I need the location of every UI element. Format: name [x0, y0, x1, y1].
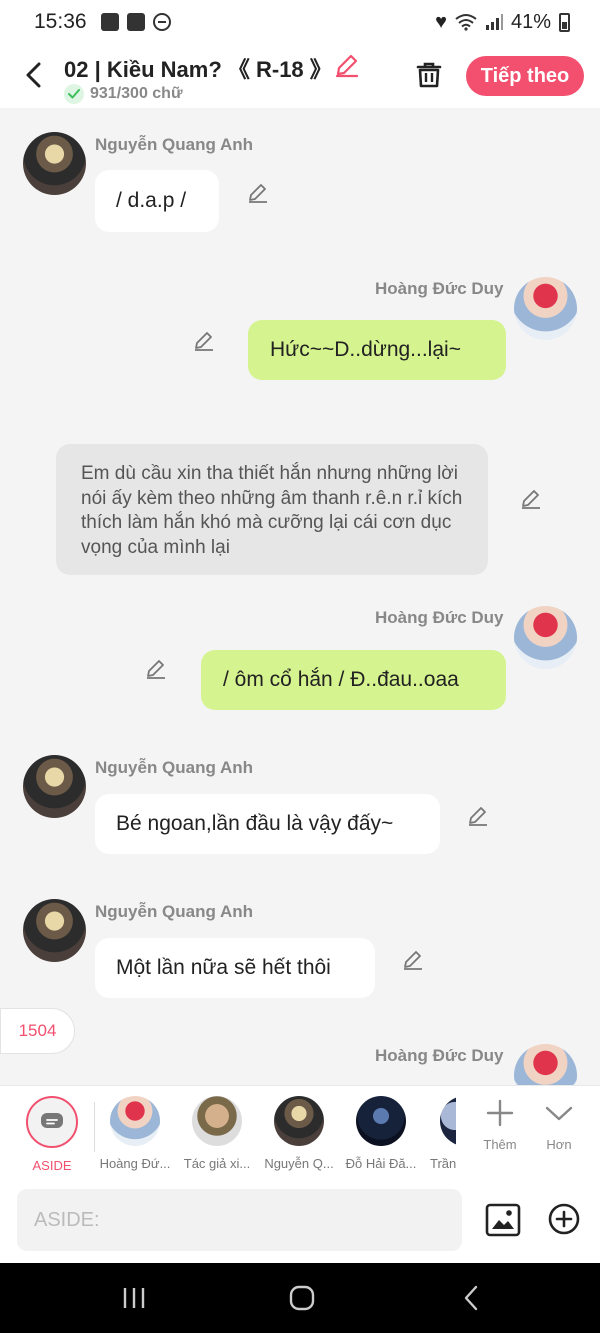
floating-counter[interactable]: 1504: [0, 1008, 75, 1054]
edit-title-button[interactable]: [334, 52, 360, 83]
chevron-down-icon: [545, 1106, 573, 1121]
pencil-icon: [335, 54, 359, 78]
back-button[interactable]: [18, 58, 48, 92]
speaker-name: Hoàng Đức Duy: [375, 1046, 504, 1065]
image-icon: [485, 1203, 521, 1237]
character-avatar: [440, 1096, 456, 1146]
edit-narration-pencil-icon[interactable]: [520, 488, 542, 510]
chat-bubble-icon: [26, 1096, 78, 1148]
recent-apps-icon[interactable]: [121, 1285, 147, 1311]
status-bar: 15:36 ♥ 41%: [0, 0, 600, 44]
character-tran[interactable]: Trần: [416, 1096, 456, 1171]
character-label: Hoàng Đứ...: [99, 1156, 171, 1171]
more-button[interactable]: Hơn: [534, 1098, 584, 1152]
system-nav-bar: [0, 1263, 600, 1333]
insert-image-button[interactable]: [485, 1203, 521, 1242]
editor-header: 02 | Kiều Nam? 《 R-18 》 931/300 chữ Tiếp…: [0, 44, 600, 108]
message-bubble[interactable]: / ôm cổ hắn / Đ..đau..oaa: [201, 650, 506, 710]
character-label: Trần: [430, 1156, 456, 1171]
back-nav-icon[interactable]: [461, 1285, 481, 1311]
character-label: ASIDE: [32, 1158, 72, 1173]
character-avatar: [110, 1096, 160, 1146]
edit-message-pencil-icon[interactable]: [247, 182, 269, 204]
avatar-nguyen-quang-anh[interactable]: [23, 755, 86, 818]
message-bubble[interactable]: / d.a.p /: [95, 170, 219, 232]
word-count: 931/300 chữ: [64, 84, 183, 104]
message-bubble[interactable]: Hức~~D..dừng...lại~: [248, 320, 506, 380]
avatar-hoang-duc-duy[interactable]: [514, 606, 577, 669]
next-button[interactable]: Tiếp theo: [466, 56, 584, 96]
character-tac-gia[interactable]: Tác giả xi...: [177, 1096, 257, 1171]
message-bubble[interactable]: Một lần nữa sẽ hết thôi: [95, 938, 375, 998]
edit-message-pencil-icon[interactable]: [402, 949, 424, 971]
delete-button[interactable]: [414, 60, 444, 95]
avatar-hoang-duc-duy[interactable]: [514, 1044, 577, 1086]
avatar-nguyen-quang-anh[interactable]: [23, 132, 86, 195]
character-hoang-duc-duy[interactable]: Hoàng Đứ...: [95, 1096, 175, 1171]
wifi-icon: [455, 14, 477, 31]
chat-area[interactable]: Nguyễn Quang Anh / d.a.p / Hoàng Đức Duy…: [0, 108, 600, 1086]
battery-icon: [559, 12, 570, 32]
speaker-name: Nguyễn Quang Anh: [95, 758, 254, 777]
edit-message-pencil-icon[interactable]: [467, 805, 489, 827]
narration-block[interactable]: Em dù cầu xin tha thiết hắn nhưng những …: [56, 444, 488, 575]
add-content-button[interactable]: [548, 1203, 580, 1240]
speaker-name: Nguyễn Quang Anh: [95, 902, 254, 921]
character-aside[interactable]: ASIDE: [12, 1096, 92, 1173]
chevron-left-icon: [26, 62, 41, 88]
add-character-button[interactable]: Thêm: [475, 1098, 525, 1152]
avatar-hoang-duc-duy[interactable]: [514, 277, 577, 340]
chapter-title: 02 | Kiều Nam? 《 R-18 》: [64, 57, 332, 82]
plus-circle-icon: [548, 1203, 580, 1235]
character-label: Nguyễn Q...: [264, 1156, 334, 1171]
checkbox-notification-icon: [126, 13, 145, 31]
status-time: 15:36: [34, 10, 87, 33]
edit-message-pencil-icon[interactable]: [193, 330, 215, 352]
signal-icon: [485, 14, 503, 30]
gallery-notification-icon: [100, 13, 119, 31]
message-input[interactable]: [17, 1189, 462, 1251]
check-icon: [64, 84, 84, 104]
add-label: Thêm: [483, 1137, 517, 1152]
do-not-disturb-icon: [152, 13, 171, 31]
trash-icon: [416, 62, 442, 88]
character-avatar: [356, 1096, 406, 1146]
character-selector: ASIDE Hoàng Đứ... Tác giả xi... Nguyễn Q…: [0, 1085, 600, 1179]
speaker-name: Nguyễn Quang Anh: [95, 135, 254, 154]
character-nguyen-quang-anh[interactable]: Nguyễn Q...: [259, 1096, 339, 1171]
plus-icon: [486, 1099, 514, 1127]
more-label: Hơn: [546, 1137, 572, 1152]
avatar-nguyen-quang-anh[interactable]: [23, 899, 86, 962]
speaker-name: Hoàng Đức Duy: [375, 279, 504, 298]
speaker-name: Hoàng Đức Duy: [375, 608, 504, 627]
character-label: Đỗ Hải Đă...: [345, 1156, 417, 1171]
character-label: Tác giả xi...: [183, 1156, 251, 1171]
edit-message-pencil-icon[interactable]: [145, 658, 167, 680]
character-avatar: [274, 1096, 324, 1146]
input-bar: [0, 1179, 600, 1263]
heart-icon: ♥: [435, 10, 447, 33]
character-avatar: [192, 1096, 242, 1146]
home-icon[interactable]: [289, 1285, 315, 1311]
word-count-text: 931/300 chữ: [90, 85, 183, 102]
battery-percent: 41%: [510, 10, 551, 33]
message-bubble[interactable]: Bé ngoan,lần đầu là vậy đấy~: [95, 794, 440, 854]
character-do-hai-dang[interactable]: Đỗ Hải Đă...: [341, 1096, 421, 1171]
